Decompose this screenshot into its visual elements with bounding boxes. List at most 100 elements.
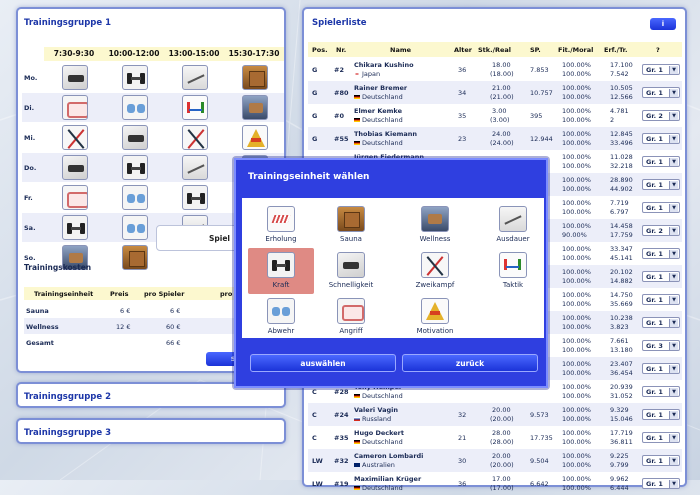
equipment-icon[interactable] [122, 125, 148, 150]
chevron-down-icon[interactable]: ▼ [669, 273, 678, 281]
equipment-icon[interactable] [62, 65, 88, 90]
chevron-down-icon[interactable]: ▼ [669, 112, 678, 120]
group-select[interactable]: Gr. 1 ▼ [642, 87, 680, 98]
player-fitness: 100.00% [562, 452, 591, 460]
training-option-motivation[interactable]: Motivation [402, 294, 468, 340]
shield-icon[interactable] [122, 95, 148, 120]
pyramid-icon[interactable] [242, 125, 268, 150]
player-row[interactable]: C #35 Hugo Deckert Deutschland 21 28.00 (28.00… [308, 426, 682, 449]
shield-icon[interactable] [122, 215, 148, 240]
training-option-ausdauer[interactable]: Ausdauer [480, 202, 546, 248]
training-option-erholung[interactable]: Erholung [248, 202, 314, 248]
chevron-down-icon[interactable]: ▼ [669, 250, 678, 258]
chevron-down-icon[interactable]: ▼ [669, 227, 678, 235]
player-row[interactable]: G #55 Thobias Kiemann Deutschland 23 24.00 (24… [308, 127, 682, 150]
select-button[interactable]: auswählen [250, 354, 396, 372]
chevron-down-icon[interactable]: ▼ [669, 66, 678, 74]
chevron-down-icon[interactable]: ▼ [669, 365, 678, 373]
crossed-sticks-icon[interactable] [62, 125, 88, 150]
chevron-down-icon[interactable]: ▼ [669, 434, 678, 442]
group-select[interactable]: Gr. 1 ▼ [642, 294, 680, 305]
chevron-down-icon[interactable]: ▼ [669, 181, 678, 189]
chevron-down-icon[interactable]: ▼ [669, 388, 678, 396]
training-option-wellness[interactable]: Wellness [402, 202, 468, 248]
player-moral: 100.00% [562, 484, 591, 492]
tactic-board-icon[interactable] [182, 95, 208, 120]
group-select[interactable]: Gr. 1 ▼ [642, 248, 680, 259]
chevron-down-icon[interactable]: ▼ [669, 319, 678, 327]
group-select[interactable]: Gr. 1 ▼ [642, 202, 680, 213]
pads-icon[interactable] [62, 95, 88, 120]
player-row[interactable]: G #0 Elmer Kemke Deutschland 35 3.00 (3.00) 395… [308, 104, 682, 127]
group-select-value: Gr. 3 [646, 342, 663, 350]
training-option-angriff[interactable]: Angriff [318, 294, 384, 340]
chevron-down-icon[interactable]: ▼ [669, 457, 678, 465]
training-option-schnelligkeit[interactable]: Schnelligkeit [318, 248, 384, 294]
skating-icon[interactable] [182, 155, 208, 180]
training-group-3-title[interactable]: Trainingsgruppe 3 [24, 428, 111, 438]
training-option-kraft[interactable]: Kraft [248, 248, 314, 294]
training-group-2-title[interactable]: Trainingsgruppe 2 [24, 392, 111, 402]
back-button[interactable]: zurück [402, 354, 538, 372]
player-number: #35 [334, 434, 349, 442]
dumbbell-icon[interactable] [182, 185, 208, 210]
shield-icon[interactable] [122, 185, 148, 210]
player-row[interactable]: C #24 Valeri Vagin Russland 32 20.00 (20.00) 9.… [308, 403, 682, 426]
player-fitness: 100.00% [562, 176, 591, 184]
flag-icon [354, 394, 360, 398]
dumbbell-icon[interactable] [122, 65, 148, 90]
chevron-down-icon[interactable]: ▼ [669, 296, 678, 304]
group-select[interactable]: Gr. 2 ▼ [642, 225, 680, 236]
col-group: ? [656, 46, 660, 54]
group-select[interactable]: Gr. 1 ▼ [642, 386, 680, 397]
group-select[interactable]: Gr. 1 ▼ [642, 156, 680, 167]
player-strength: 24.00 [492, 130, 511, 138]
dumbbell-icon[interactable] [62, 215, 88, 240]
group-select[interactable]: Gr. 2 ▼ [642, 110, 680, 121]
skating-icon[interactable] [182, 65, 208, 90]
player-moral: 100.00% [562, 323, 591, 331]
training-option-sauna[interactable]: Sauna [318, 202, 384, 248]
info-button[interactable]: i [650, 18, 676, 30]
player-row[interactable]: LW #32 Cameron Lombardi Australien 30 20.00 (2… [308, 449, 682, 472]
chevron-down-icon[interactable]: ▼ [669, 158, 678, 166]
player-training: 45.141 [610, 254, 633, 262]
group-select[interactable]: Gr. 1 ▼ [642, 432, 680, 443]
country-name: Deutschland [362, 484, 403, 492]
group-select[interactable]: Gr. 1 ▼ [642, 363, 680, 374]
player-row[interactable]: LW #19 Maximilian Krüger Deutschland 36 17.00… [308, 472, 682, 495]
wellness-icon[interactable] [242, 95, 268, 120]
pads-icon[interactable] [62, 185, 88, 210]
sauna-icon[interactable] [242, 65, 268, 90]
equipment-icon[interactable] [62, 155, 88, 180]
player-moral: 100.00% [562, 70, 591, 78]
chevron-down-icon[interactable]: ▼ [669, 342, 678, 350]
chevron-down-icon[interactable]: ▼ [669, 135, 678, 143]
training-group-3-panel[interactable]: Trainingsgruppe 3 [16, 418, 286, 444]
group-select[interactable]: Gr. 1 ▼ [642, 179, 680, 190]
sauna-icon[interactable] [122, 245, 148, 270]
group-select[interactable]: Gr. 1 ▼ [642, 133, 680, 144]
group-select[interactable]: Gr. 1 ▼ [642, 317, 680, 328]
player-pos: G [312, 112, 318, 120]
chevron-down-icon[interactable]: ▼ [669, 204, 678, 212]
player-row[interactable]: G #2 Chikara Kushino Japan 36 18.00 (18.00) 7.8… [308, 58, 682, 81]
group-select[interactable]: Gr. 1 ▼ [642, 455, 680, 466]
training-option-taktik[interactable]: Taktik [480, 248, 546, 294]
chevron-down-icon[interactable]: ▼ [669, 89, 678, 97]
group-select[interactable]: Gr. 1 ▼ [642, 271, 680, 282]
country-name: Deutschland [362, 116, 403, 124]
group-select[interactable]: Gr. 1 ▼ [642, 64, 680, 75]
day-label: Fr. [24, 194, 33, 202]
chevron-down-icon[interactable]: ▼ [669, 411, 678, 419]
group-select[interactable]: Gr. 1 ▼ [642, 409, 680, 420]
training-option-abwehr[interactable]: Abwehr [248, 294, 314, 340]
training-group-1-title[interactable]: Trainingsgruppe 1 [24, 18, 111, 28]
training-option-zweikampf[interactable]: Zweikampf [402, 248, 468, 294]
player-row[interactable]: G #80 Rainer Bremer Deutschland 34 21.00 (21.0… [308, 81, 682, 104]
crossed-sticks-icon[interactable] [182, 125, 208, 150]
chevron-down-icon[interactable]: ▼ [669, 480, 678, 488]
player-name: Valeri Vagin [354, 406, 398, 414]
group-select[interactable]: Gr. 3 ▼ [642, 340, 680, 351]
dumbbell-icon[interactable] [122, 155, 148, 180]
